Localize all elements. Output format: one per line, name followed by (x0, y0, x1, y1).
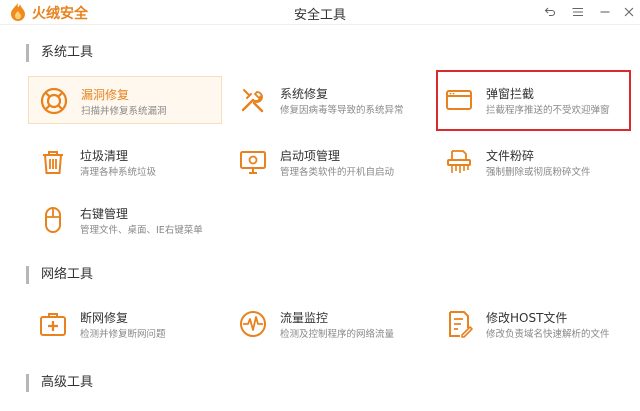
tool-popup-block[interactable]: 弹窗拦截 拦截程序推送的不受欢迎弹窗 (434, 76, 628, 124)
menu-icon[interactable] (569, 3, 587, 21)
tool-name: 弹窗拦截 (486, 87, 535, 101)
tool-name: 系统修复 (280, 87, 329, 101)
window-icon (444, 85, 474, 115)
first-aid-icon (38, 309, 68, 339)
tool-description: 管理文件、桌面、IE右键菜单 (80, 225, 203, 236)
tool-vuln-repair[interactable]: 漏洞修复 扫描并修复系统漏洞 (28, 76, 222, 124)
back-icon[interactable] (541, 3, 559, 21)
section-system-tools: 系统工具 (26, 44, 93, 62)
tool-description: 修改负责域名快速解析的文件 (486, 329, 610, 340)
tool-rightclick-manager[interactable]: 右键管理 管理文件、桌面、IE右键菜单 (28, 196, 222, 244)
tool-system-repair[interactable]: 系统修复 修复因病毒等导致的系统异常 (228, 76, 422, 124)
tool-traffic-monitor[interactable]: 流量监控 检测及控制程序的网络流量 (228, 300, 422, 348)
tool-name: 断网修复 (80, 311, 129, 325)
tool-name: 修改HOST文件 (486, 311, 568, 325)
close-icon[interactable] (620, 3, 638, 21)
tool-description: 拦截程序推送的不受欢迎弹窗 (486, 105, 610, 116)
tool-name: 启动项管理 (280, 149, 341, 163)
tool-file-shredder[interactable]: 文件粉碎 强制删除或彻底粉碎文件 (434, 138, 628, 186)
trash-icon (38, 147, 68, 177)
monitor-icon (238, 147, 268, 177)
section-network-tools: 网络工具 (26, 266, 93, 284)
mouse-icon (38, 205, 68, 235)
minimize-icon[interactable] (596, 3, 614, 21)
wrench-icon (238, 85, 268, 115)
tool-description: 检测并修复断网问题 (80, 329, 166, 340)
tool-description: 管理各类软件的开机自启动 (280, 167, 395, 178)
tool-edit-hosts[interactable]: 修改HOST文件 修改负责域名快速解析的文件 (434, 300, 628, 348)
tool-description: 清理各种系统垃圾 (80, 167, 157, 178)
tool-name: 流量监控 (280, 311, 329, 325)
tool-description: 扫描并修复系统漏洞 (81, 106, 167, 117)
tool-startup-manager[interactable]: 启动项管理 管理各类软件的开机自启动 (228, 138, 422, 186)
tool-description: 强制删除或彻底粉碎文件 (486, 167, 591, 178)
tool-junk-clean[interactable]: 垃圾清理 清理各种系统垃圾 (28, 138, 222, 186)
lifebuoy-icon (39, 86, 69, 116)
tool-description: 修复因病毒等导致的系统异常 (280, 105, 404, 116)
title-bar: 火绒安全 安全工具 (0, 0, 640, 25)
tool-name: 文件粉碎 (486, 149, 535, 163)
pulse-icon (238, 309, 268, 339)
shredder-icon (444, 147, 474, 177)
tool-name: 垃圾清理 (80, 149, 129, 163)
tool-network-repair[interactable]: 断网修复 检测并修复断网问题 (28, 300, 222, 348)
tool-name: 右键管理 (80, 207, 129, 221)
edit-file-icon (444, 309, 474, 339)
tool-description: 检测及控制程序的网络流量 (280, 329, 395, 340)
tool-name: 漏洞修复 (81, 88, 130, 102)
section-advanced-tools: 高级工具 (26, 374, 93, 392)
